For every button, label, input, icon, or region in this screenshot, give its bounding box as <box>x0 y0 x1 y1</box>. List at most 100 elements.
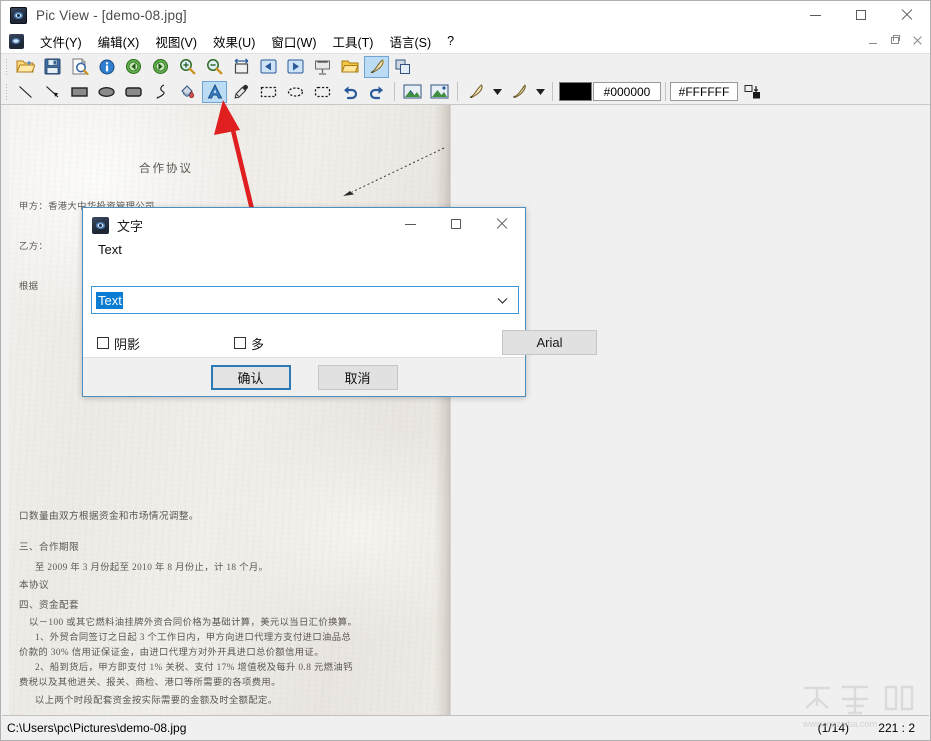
pencil-dropdown-icon[interactable] <box>490 81 504 103</box>
rectangle-filled-tool-icon[interactable] <box>67 81 92 103</box>
zoom-out-icon[interactable] <box>202 56 227 78</box>
menu-bar: 文件(Y) 编辑(X) 视图(V) 效果(U) 窗口(W) 工具(T) 语言(S… <box>1 29 930 54</box>
toolbar-grip[interactable] <box>4 57 10 76</box>
mdi-restore-button[interactable] <box>884 31 906 50</box>
doc-line: 根据 <box>19 282 39 292</box>
text-tool-icon[interactable] <box>202 80 227 103</box>
print-preview-icon[interactable] <box>67 56 92 78</box>
window-title: Pic View - [demo-08.jpg] <box>36 7 187 23</box>
close-icon <box>901 9 913 21</box>
doc-line: 本协议 <box>19 580 49 591</box>
doc-line: 2、船到货后，甲方即支付 1% 关税、支付 17% 增值税及每升 0.8 元燃油… <box>35 663 353 673</box>
doc-line: 1、外贸合同签订之日起 3 个工作日内，甲方向进口代理方支付进口油品总 <box>35 633 352 643</box>
layer-order-icon[interactable] <box>740 81 765 103</box>
text-preview-label: Text <box>98 242 122 257</box>
line-tool-icon[interactable] <box>13 81 38 103</box>
ellipse-filled-tool-icon[interactable] <box>94 81 119 103</box>
next-image-icon[interactable] <box>283 56 308 78</box>
menu-window[interactable]: 窗口(W) <box>263 29 324 54</box>
dialog-options-row: 阴影 多 <box>83 326 527 360</box>
shadow-checkbox[interactable]: 阴影 <box>97 334 140 353</box>
text-dialog: 文字 Text Text 阴影 多 Arial 确认 取消 <box>82 207 597 397</box>
font-select-button[interactable]: Arial <box>502 330 597 355</box>
menu-view[interactable]: 视图(V) <box>147 29 205 54</box>
mdi-workspace: 合作协议 甲方：香港大中华投资管理公司 乙方： 根据 口数量由双方根据资金和市场… <box>2 105 929 717</box>
toolbar-separator <box>394 82 395 101</box>
info-icon[interactable] <box>94 56 119 78</box>
maximize-button[interactable] <box>838 1 884 29</box>
toolbar-separator-3 <box>552 82 553 101</box>
dialog-maximize-button[interactable] <box>433 208 479 240</box>
select-rect-icon[interactable] <box>256 81 281 103</box>
status-coordinates: 221 : 2 <box>878 720 915 735</box>
background-color-hex[interactable]: #FFFFFF <box>670 82 738 101</box>
document-image[interactable]: 合作协议 甲方：香港大中华投资管理公司 乙方： 根据 口数量由双方根据资金和市场… <box>9 105 451 715</box>
copy-layers-icon[interactable] <box>391 56 416 78</box>
save-disk-icon[interactable] <box>40 56 65 78</box>
maximize-icon <box>856 10 866 20</box>
mdi-close-icon <box>913 36 922 45</box>
mdi-minimize-button[interactable] <box>862 31 884 50</box>
zoom-in-icon[interactable] <box>175 56 200 78</box>
status-file-path: C:\Users\pc\Pictures\demo-08.jpg <box>7 720 187 735</box>
document-eye-icon <box>9 33 24 49</box>
text-input-combo[interactable]: Text <box>91 286 519 314</box>
close-button[interactable] <box>884 1 930 29</box>
doc-line: 三、合作期限 <box>19 542 79 553</box>
menu-tools[interactable]: 工具(T) <box>325 29 382 54</box>
status-bar: C:\Users\pc\Pictures\demo-08.jpg (1/14) … <box>2 715 929 739</box>
minimize-icon <box>404 223 416 225</box>
menu-help[interactable]: ? <box>439 31 462 51</box>
image-stamp-icon[interactable] <box>400 81 425 103</box>
brush-dropdown-icon[interactable] <box>533 81 547 103</box>
select-rounded-icon[interactable] <box>310 81 335 103</box>
slideshow-icon[interactable] <box>310 56 335 78</box>
chevron-down-icon <box>497 298 508 304</box>
dialog-close-button[interactable] <box>479 208 525 240</box>
eyedropper-icon[interactable] <box>229 81 254 103</box>
doc-line: 以－100 或其它燃料油挂牌外资合同价格为基础计算，美元以当日汇价换算。 <box>29 618 358 628</box>
image-stamp2-icon[interactable] <box>427 81 452 103</box>
open-folder-icon[interactable] <box>13 56 38 78</box>
dialog-footer: 确认 取消 <box>83 357 525 396</box>
status-page-counter: (1/14) <box>817 720 849 735</box>
arrow-tool-icon[interactable] <box>40 81 65 103</box>
drawing-toolbar: #000000 #FFFFFF <box>1 79 930 105</box>
select-ellipse-icon[interactable] <box>283 81 308 103</box>
maximize-icon <box>451 219 461 229</box>
menu-edit[interactable]: 编辑(X) <box>90 29 148 54</box>
minimize-button[interactable] <box>792 1 838 29</box>
dialog-minimize-button[interactable] <box>387 208 433 240</box>
foreground-color-hex[interactable]: #000000 <box>593 82 661 101</box>
rounded-rect-tool-icon[interactable] <box>121 81 146 103</box>
undo-icon[interactable] <box>337 81 362 103</box>
multi-checkbox[interactable]: 多 <box>234 334 264 353</box>
foreground-color-swatch[interactable] <box>559 82 592 101</box>
draw-tools-icon[interactable] <box>364 55 389 78</box>
menu-effects[interactable]: 效果(U) <box>205 29 263 54</box>
pencil-icon[interactable] <box>463 81 488 103</box>
browse-folder-icon[interactable] <box>337 56 362 78</box>
window-controls <box>792 1 930 29</box>
paint-bucket-icon[interactable] <box>175 81 200 103</box>
menu-language[interactable]: 语言(S) <box>381 29 439 54</box>
rotate-left-icon[interactable] <box>121 56 146 78</box>
previous-image-icon[interactable] <box>256 56 281 78</box>
doc-line: 费税以及其他进关、报关、商检、港口等所需要的各项费用。 <box>19 678 281 688</box>
fit-width-icon[interactable] <box>229 56 254 78</box>
doc-line: 乙方： <box>19 242 49 252</box>
cancel-button[interactable]: 取消 <box>317 364 398 390</box>
dialog-title-bar: 文字 <box>83 208 525 242</box>
freehand-tool-icon[interactable] <box>148 81 173 103</box>
pic-view-window: Pic View - [demo-08.jpg] 文件(Y) 编辑(X) 视图(… <box>0 0 931 741</box>
ok-button[interactable]: 确认 <box>210 364 291 390</box>
rotate-right-icon[interactable] <box>148 56 173 78</box>
mdi-close-button[interactable] <box>906 31 928 50</box>
brush-icon[interactable] <box>506 81 531 103</box>
menu-file[interactable]: 文件(Y) <box>32 29 90 54</box>
drawing-toolbar-grip[interactable] <box>4 82 10 101</box>
redo-icon[interactable] <box>364 81 389 103</box>
toolbar-separator-2 <box>457 82 458 101</box>
minimize-icon <box>809 14 821 16</box>
multi-checkbox-label: 多 <box>251 336 265 352</box>
